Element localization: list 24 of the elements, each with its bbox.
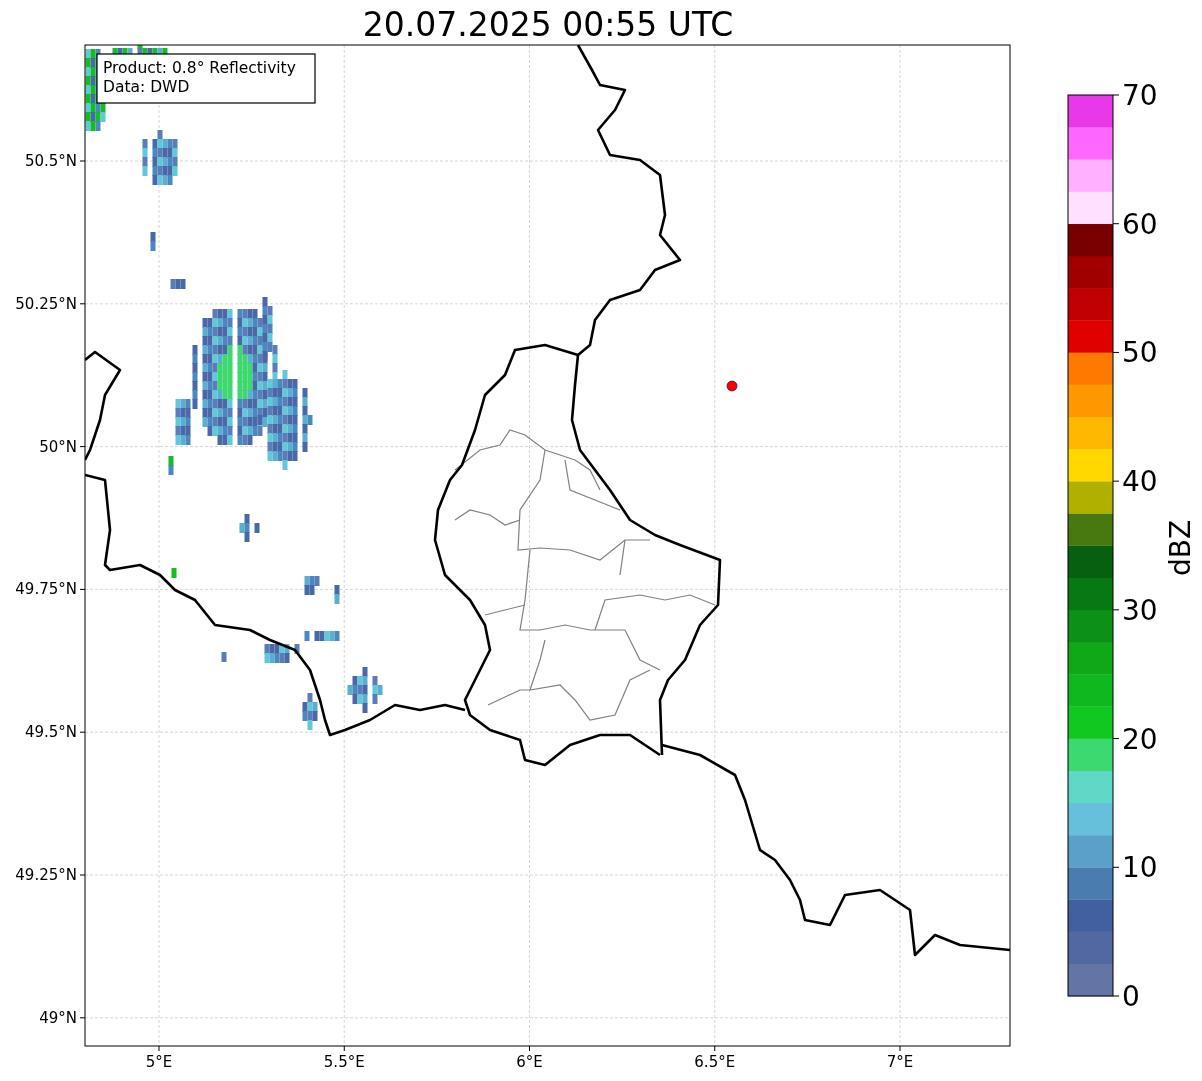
info-box: Product: 0.8° Reflectivity Data: DWD	[96, 53, 316, 104]
axis-tick-label: 5°E	[145, 1053, 173, 1071]
colorbar-tick-label: 10	[1122, 851, 1158, 885]
colorbar-tick-label: 20	[1122, 722, 1158, 756]
axis-tick-label: 49.75°N	[15, 580, 77, 599]
chart-title: 20.07.2025 00:55 UTC	[362, 5, 734, 44]
axis-tick-label: 7°E	[886, 1053, 914, 1071]
colorbar-tick-label: 70	[1122, 79, 1158, 112]
station-marker	[726, 380, 738, 392]
colorbar-tick-label: 50	[1122, 336, 1158, 370]
colorbar-tick-label: 40	[1122, 465, 1158, 499]
colorbar-tick-label: 30	[1122, 593, 1158, 627]
colorbar-tick-label: 60	[1122, 207, 1158, 241]
axis-tick-label: 6°E	[516, 1053, 543, 1071]
colorbar-label: dBZ	[1164, 519, 1197, 577]
axis-tick-label: 50°N	[39, 437, 77, 456]
axis-tick-label: 6.5°E	[694, 1053, 736, 1071]
axis-tick-label: 50.5°N	[24, 152, 77, 170]
axis-tick-label: 49.25°N	[15, 866, 77, 884]
axis-tick-label: 49°N	[39, 1008, 77, 1027]
axis-tick-label: 49.5°N	[24, 723, 77, 742]
axis-tick-label: 50.25°N	[15, 294, 77, 313]
colorbar-tick-label: 0	[1122, 980, 1140, 1013]
axis-tick-label: 5.5°E	[323, 1053, 365, 1071]
